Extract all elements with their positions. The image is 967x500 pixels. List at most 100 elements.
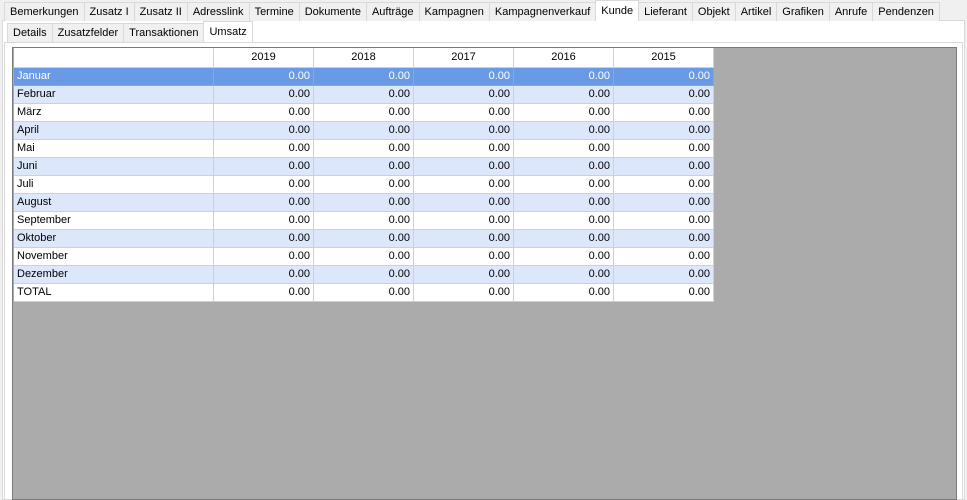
tab-bemerkungen[interactable]: Bemerkungen — [4, 2, 85, 21]
value-cell[interactable]: 0.00 — [514, 86, 614, 104]
row-label[interactable]: Mai — [14, 140, 214, 158]
value-cell[interactable]: 0.00 — [614, 194, 714, 212]
tab-termine[interactable]: Termine — [248, 2, 300, 21]
tab-pendenzen[interactable]: Pendenzen — [872, 2, 940, 21]
value-cell[interactable]: 0.00 — [214, 266, 314, 284]
table-row[interactable]: TOTAL 0.00 0.00 0.00 0.00 0.00 — [14, 284, 714, 302]
subtab-details[interactable]: Details — [7, 23, 53, 42]
value-cell[interactable]: 0.00 — [414, 212, 514, 230]
value-cell[interactable]: 0.00 — [414, 104, 514, 122]
row-label[interactable]: August — [14, 194, 214, 212]
value-cell[interactable]: 0.00 — [514, 194, 614, 212]
value-cell[interactable]: 0.00 — [614, 122, 714, 140]
value-cell[interactable]: 0.00 — [514, 266, 614, 284]
row-label[interactable]: Oktober — [14, 230, 214, 248]
value-cell[interactable]: 0.00 — [314, 86, 414, 104]
value-cell[interactable]: 0.00 — [514, 212, 614, 230]
row-label[interactable]: Januar — [14, 68, 214, 86]
subtab-zusatzfelder[interactable]: Zusatzfelder — [51, 23, 125, 42]
column-header-2015[interactable]: 2015 — [614, 48, 714, 68]
value-cell[interactable]: 0.00 — [314, 158, 414, 176]
value-cell[interactable]: 0.00 — [314, 176, 414, 194]
tab-dokumente[interactable]: Dokumente — [298, 2, 367, 21]
tab-anrufe[interactable]: Anrufe — [828, 2, 874, 21]
table-row[interactable]: Februar 0.00 0.00 0.00 0.00 0.00 — [14, 86, 714, 104]
table-row[interactable]: August 0.00 0.00 0.00 0.00 0.00 — [14, 194, 714, 212]
row-label[interactable]: TOTAL — [14, 284, 214, 302]
value-cell[interactable]: 0.00 — [214, 140, 314, 158]
value-cell[interactable]: 0.00 — [614, 284, 714, 302]
column-header-2016[interactable]: 2016 — [514, 48, 614, 68]
value-cell[interactable]: 0.00 — [614, 104, 714, 122]
value-cell[interactable]: 0.00 — [614, 248, 714, 266]
value-cell[interactable]: 0.00 — [514, 230, 614, 248]
tab-artikel[interactable]: Artikel — [734, 2, 778, 21]
table-row[interactable]: November 0.00 0.00 0.00 0.00 0.00 — [14, 248, 714, 266]
value-cell[interactable]: 0.00 — [514, 248, 614, 266]
tab-zusatz-i[interactable]: Zusatz I — [83, 2, 135, 21]
value-cell[interactable]: 0.00 — [214, 122, 314, 140]
value-cell[interactable]: 0.00 — [314, 284, 414, 302]
value-cell[interactable]: 0.00 — [314, 140, 414, 158]
value-cell[interactable]: 0.00 — [614, 86, 714, 104]
subtab-umsatz[interactable]: Umsatz — [203, 21, 253, 42]
value-cell[interactable]: 0.00 — [214, 212, 314, 230]
value-cell[interactable]: 0.00 — [614, 266, 714, 284]
tab-kampagnen[interactable]: Kampagnen — [418, 2, 490, 21]
row-label[interactable]: Juli — [14, 176, 214, 194]
value-cell[interactable]: 0.00 — [514, 122, 614, 140]
tab-kampagnenverkauf[interactable]: Kampagnenverkauf — [488, 2, 597, 21]
row-label[interactable]: Dezember — [14, 266, 214, 284]
value-cell[interactable]: 0.00 — [314, 230, 414, 248]
value-cell[interactable]: 0.00 — [314, 266, 414, 284]
tab-objekt[interactable]: Objekt — [691, 2, 736, 21]
row-label[interactable]: Februar — [14, 86, 214, 104]
value-cell[interactable]: 0.00 — [614, 158, 714, 176]
tab-adresslink[interactable]: Adresslink — [186, 2, 250, 21]
tab-grafiken[interactable]: Grafiken — [776, 2, 830, 21]
value-cell[interactable]: 0.00 — [414, 284, 514, 302]
value-cell[interactable]: 0.00 — [514, 176, 614, 194]
sales-grid[interactable]: 2019 2018 2017 2016 2015 Januar 0.00 0.00 0.00 0.… — [12, 47, 957, 500]
value-cell[interactable]: 0.00 — [614, 230, 714, 248]
value-cell[interactable]: 0.00 — [414, 248, 514, 266]
value-cell[interactable]: 0.00 — [314, 122, 414, 140]
value-cell[interactable]: 0.00 — [314, 194, 414, 212]
table-row[interactable]: Dezember 0.00 0.00 0.00 0.00 0.00 — [14, 266, 714, 284]
row-label[interactable]: März — [14, 104, 214, 122]
value-cell[interactable]: 0.00 — [314, 104, 414, 122]
table-row[interactable]: Januar 0.00 0.00 0.00 0.00 0.00 — [14, 68, 714, 86]
value-cell[interactable]: 0.00 — [214, 248, 314, 266]
table-row[interactable]: September 0.00 0.00 0.00 0.00 0.00 — [14, 212, 714, 230]
table-row[interactable]: März 0.00 0.00 0.00 0.00 0.00 — [14, 104, 714, 122]
table-row[interactable]: Mai 0.00 0.00 0.00 0.00 0.00 — [14, 140, 714, 158]
value-cell[interactable]: 0.00 — [214, 104, 314, 122]
subtab-transaktionen[interactable]: Transaktionen — [123, 23, 205, 42]
value-cell[interactable]: 0.00 — [214, 230, 314, 248]
value-cell[interactable]: 0.00 — [514, 140, 614, 158]
value-cell[interactable]: 0.00 — [314, 212, 414, 230]
row-label[interactable]: November — [14, 248, 214, 266]
value-cell[interactable]: 0.00 — [214, 194, 314, 212]
value-cell[interactable]: 0.00 — [414, 230, 514, 248]
value-cell[interactable]: 0.00 — [414, 86, 514, 104]
tab-lieferant[interactable]: Lieferant — [638, 2, 693, 21]
row-label[interactable]: Juni — [14, 158, 214, 176]
tab-kunde[interactable]: Kunde — [595, 0, 640, 21]
value-cell[interactable]: 0.00 — [314, 68, 414, 86]
table-row[interactable]: April 0.00 0.00 0.00 0.00 0.00 — [14, 122, 714, 140]
value-cell[interactable]: 0.00 — [214, 68, 314, 86]
table-row[interactable]: Juni 0.00 0.00 0.00 0.00 0.00 — [14, 158, 714, 176]
value-cell[interactable]: 0.00 — [214, 158, 314, 176]
value-cell[interactable]: 0.00 — [414, 176, 514, 194]
column-header-2018[interactable]: 2018 — [314, 48, 414, 68]
table-row[interactable]: Juli 0.00 0.00 0.00 0.00 0.00 — [14, 176, 714, 194]
value-cell[interactable]: 0.00 — [614, 68, 714, 86]
value-cell[interactable]: 0.00 — [514, 68, 614, 86]
value-cell[interactable]: 0.00 — [414, 68, 514, 86]
value-cell[interactable]: 0.00 — [414, 140, 514, 158]
value-cell[interactable]: 0.00 — [214, 284, 314, 302]
value-cell[interactable]: 0.00 — [414, 266, 514, 284]
value-cell[interactable]: 0.00 — [414, 194, 514, 212]
value-cell[interactable]: 0.00 — [514, 158, 614, 176]
